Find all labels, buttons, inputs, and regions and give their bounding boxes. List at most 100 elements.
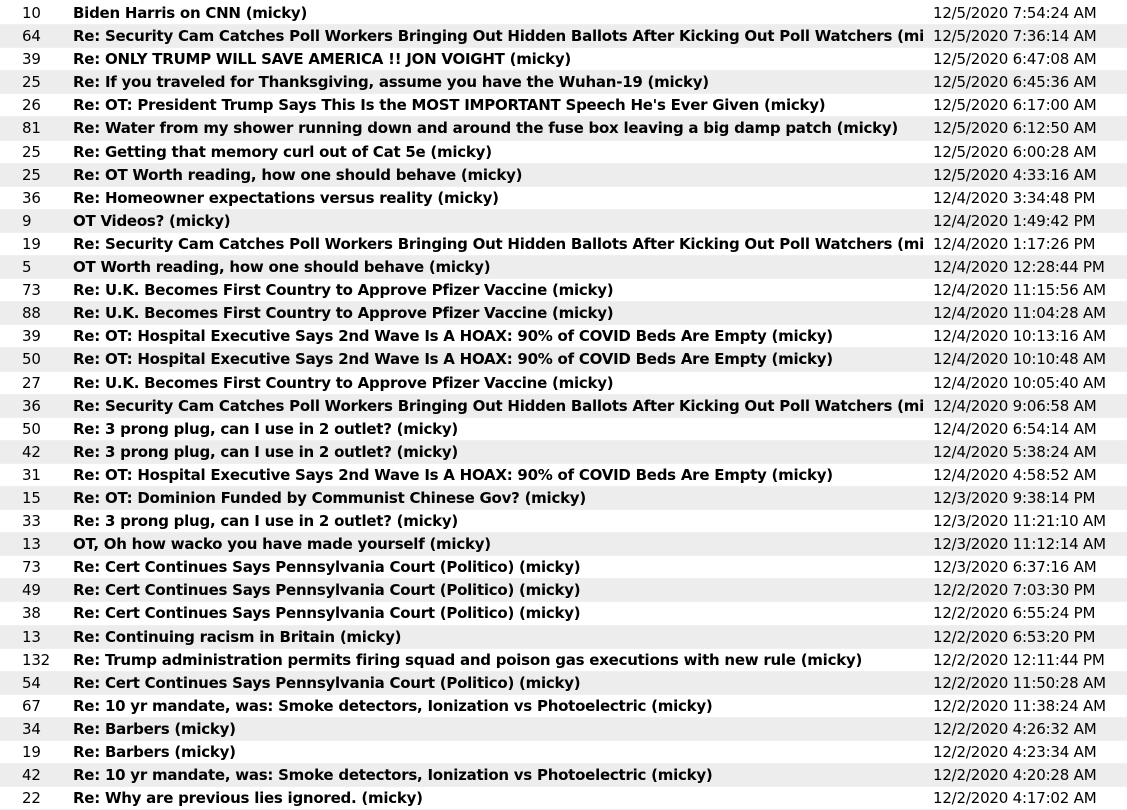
message-subject[interactable]: Re: Water from my shower running down an…	[73, 117, 923, 140]
message-subject[interactable]: OT, Oh how wacko you have made yourself …	[73, 533, 923, 556]
message-row[interactable]: 15 Re: OT: Dominion Funded by Communist C…	[0, 486, 1127, 511]
message-reply-count: 67	[22, 696, 41, 715]
message-subject[interactable]: Re: 3 prong plug, can I use in 2 outlet?…	[73, 510, 923, 533]
message-reply-count: 25	[22, 165, 41, 184]
message-row[interactable]: 42 Re: 3 prong plug, can I use in 2 outle…	[0, 440, 1127, 464]
message-row[interactable]: 42 Re: 10 yr mandate, was: Smoke detector…	[0, 764, 1127, 788]
message-row[interactable]: 31 Re: OT: Hospital Executive Says 2nd Wa…	[0, 464, 1127, 487]
message-reply-count: 9	[22, 211, 32, 230]
message-row[interactable]: 5 OT Worth reading, how one should behave…	[0, 256, 1127, 280]
message-subject[interactable]: Re: Continuing racism in Britain (micky)	[73, 626, 923, 649]
message-reply-count: 132	[22, 650, 51, 669]
message-subject[interactable]: Re: OT: Hospital Executive Says 2nd Wave…	[73, 348, 923, 371]
message-date: 12/2/2020 6:55:24 PM	[933, 604, 1096, 623]
message-date: 12/2/2020 12:11:44 PM	[933, 650, 1105, 669]
message-date: 12/4/2020 10:13:16 AM	[933, 327, 1106, 346]
message-row[interactable]: 22 Re: Why are previous lies ignored. (mi…	[0, 787, 1127, 810]
message-row[interactable]: 64 Re: Security Cam Catches Poll Workers …	[0, 25, 1127, 49]
message-row[interactable]: 10 Biden Harris on CNN (micky) 12/5/2020 7…	[0, 2, 1127, 26]
message-subject[interactable]: Re: 3 prong plug, can I use in 2 outlet?…	[73, 418, 923, 441]
message-subject[interactable]: Re: 10 yr mandate, was: Smoke detectors,…	[73, 764, 923, 787]
message-subject[interactable]: Re: Homeowner expectations versus realit…	[73, 187, 923, 210]
message-date: 12/3/2020 11:12:14 AM	[933, 535, 1106, 554]
message-reply-count: 50	[22, 350, 41, 369]
message-row[interactable]: 132 Re: Trump administration permits firi…	[0, 649, 1127, 672]
message-subject[interactable]: OT Worth reading, how one should behave …	[73, 256, 923, 279]
message-reply-count: 42	[22, 442, 41, 461]
message-reply-count: 31	[22, 465, 41, 484]
message-reply-count: 81	[22, 119, 41, 138]
message-row[interactable]: 25 Re: If you traveled for Thanksgiving, …	[0, 71, 1127, 95]
message-row[interactable]: 36 Re: Security Cam Catches Poll Workers …	[0, 394, 1127, 418]
message-row[interactable]: 50 Re: 3 prong plug, can I use in 2 outle…	[0, 418, 1127, 441]
message-subject[interactable]: Re: Cert Continues Says Pennsylvania Cou…	[73, 556, 923, 579]
message-subject[interactable]: Re: OT Worth reading, how one should beh…	[73, 164, 923, 187]
message-subject[interactable]: Re: Barbers (micky)	[73, 718, 923, 741]
message-subject[interactable]: Re: Getting that memory curl out of Cat …	[73, 141, 923, 164]
message-row[interactable]: 73 Re: Cert Continues Says Pennsylvania C…	[0, 556, 1127, 580]
message-subject[interactable]: Re: OT: Hospital Executive Says 2nd Wave…	[73, 325, 923, 348]
message-date: 12/4/2020 10:10:48 AM	[933, 350, 1106, 369]
message-row[interactable]: 38 Re: Cert Continues Says Pennsylvania C…	[0, 602, 1127, 626]
message-reply-count: 34	[22, 719, 41, 738]
message-subject[interactable]: Re: U.K. Becomes First Country to Approv…	[73, 372, 923, 395]
message-reply-count: 33	[22, 512, 41, 531]
message-row[interactable]: 49 Re: Cert Continues Says Pennsylvania C…	[0, 579, 1127, 603]
message-subject[interactable]: Re: Cert Continues Says Pennsylvania Cou…	[73, 602, 923, 625]
message-row[interactable]: 39 Re: OT: Hospital Executive Says 2nd Wa…	[0, 325, 1127, 349]
message-date: 12/5/2020 6:45:36 AM	[933, 73, 1097, 92]
message-subject[interactable]: Re: Security Cam Catches Poll Workers Br…	[73, 395, 923, 418]
message-reply-count: 5	[22, 258, 32, 277]
message-row[interactable]: 81 Re: Water from my shower running down …	[0, 117, 1127, 141]
message-subject[interactable]: Re: Security Cam Catches Poll Workers Br…	[73, 233, 923, 256]
message-row[interactable]: 88 Re: U.K. Becomes First Country to Appr…	[0, 302, 1127, 326]
message-subject[interactable]: Re: Security Cam Catches Poll Workers Br…	[73, 25, 923, 48]
message-date: 12/5/2020 7:54:24 AM	[933, 4, 1097, 22]
message-row[interactable]: 67 Re: 10 yr mandate, was: Smoke detector…	[0, 695, 1127, 718]
message-row[interactable]: 54 Re: Cert Continues Says Pennsylvania C…	[0, 671, 1127, 695]
message-row[interactable]: 19 Re: Security Cam Catches Poll Workers …	[0, 233, 1127, 257]
message-row[interactable]: 50 Re: OT: Hospital Executive Says 2nd Wa…	[0, 348, 1127, 372]
message-subject[interactable]: OT Videos? (micky)	[73, 210, 923, 233]
message-subject[interactable]: Re: Cert Continues Says Pennsylvania Cou…	[73, 672, 923, 695]
message-row[interactable]: 13 OT, Oh how wacko you have made yoursel…	[0, 533, 1127, 557]
message-subject[interactable]: Re: 10 yr mandate, was: Smoke detectors,…	[73, 695, 923, 718]
message-date: 12/3/2020 9:38:14 PM	[933, 488, 1096, 507]
message-subject[interactable]: Re: Trump administration permits firing …	[73, 649, 923, 672]
message-row[interactable]: 19 Re: Barbers (micky) 12/2/2020 4:23:34 A…	[0, 741, 1127, 765]
message-date: 12/2/2020 7:03:30 PM	[933, 581, 1096, 600]
message-date: 12/4/2020 12:28:44 PM	[933, 258, 1105, 277]
message-row[interactable]: 34 Re: Barbers (micky) 12/2/2020 4:26:32 A…	[0, 717, 1127, 741]
message-date: 12/2/2020 4:23:34 AM	[933, 743, 1097, 761]
message-reply-count: 19	[22, 743, 41, 761]
message-date: 12/4/2020 10:05:40 AM	[933, 373, 1106, 392]
message-row[interactable]: 33 Re: 3 prong plug, can I use in 2 outle…	[0, 510, 1127, 534]
message-subject[interactable]: Re: U.K. Becomes First Country to Approv…	[73, 279, 923, 302]
message-reply-count: 27	[22, 373, 41, 392]
message-date: 12/4/2020 3:34:48 PM	[933, 188, 1096, 207]
message-subject[interactable]: Biden Harris on CNN (micky)	[73, 2, 923, 25]
message-date: 12/5/2020 6:47:08 AM	[933, 50, 1097, 69]
message-subject[interactable]: Re: Why are previous lies ignored. (mick…	[73, 787, 923, 810]
message-row[interactable]: 26 Re: OT: President Trump Says This Is t…	[0, 94, 1127, 118]
message-row[interactable]: 13 Re: Continuing racism in Britain (mick…	[0, 625, 1127, 649]
message-row[interactable]: 9 OT Videos? (micky) 12/4/2020 1:49:42 PM	[0, 209, 1127, 233]
message-row[interactable]: 27 Re: U.K. Becomes First Country to Appr…	[0, 372, 1127, 395]
message-subject[interactable]: Re: Cert Continues Says Pennsylvania Cou…	[73, 579, 923, 602]
message-subject[interactable]: Re: OT: Hospital Executive Says 2nd Wave…	[73, 464, 923, 487]
message-row[interactable]: 25 Re: Getting that memory curl out of Ca…	[0, 141, 1127, 164]
message-row[interactable]: 39 Re: ONLY TRUMP WILL SAVE AMERICA !! JO…	[0, 48, 1127, 72]
message-subject[interactable]: Re: OT: Dominion Funded by Communist Chi…	[73, 487, 923, 510]
message-subject[interactable]: Re: 3 prong plug, can I use in 2 outlet?…	[73, 441, 923, 464]
message-date: 12/4/2020 1:49:42 PM	[933, 211, 1096, 230]
message-subject[interactable]: Re: Barbers (micky)	[73, 741, 923, 764]
message-subject[interactable]: Re: ONLY TRUMP WILL SAVE AMERICA !! JON …	[73, 48, 923, 71]
message-subject[interactable]: Re: If you traveled for Thanksgiving, as…	[73, 71, 923, 94]
message-row[interactable]: 25 Re: OT Worth reading, how one should b…	[0, 163, 1127, 187]
message-subject[interactable]: Re: OT: President Trump Says This Is the…	[73, 94, 923, 117]
message-row[interactable]: 73 Re: U.K. Becomes First Country to Appr…	[0, 279, 1127, 303]
message-subject[interactable]: Re: U.K. Becomes First Country to Approv…	[73, 302, 923, 325]
message-reply-count: 15	[22, 488, 41, 507]
message-reply-count: 39	[22, 50, 41, 69]
message-row[interactable]: 36 Re: Homeowner expectations versus real…	[0, 187, 1127, 210]
